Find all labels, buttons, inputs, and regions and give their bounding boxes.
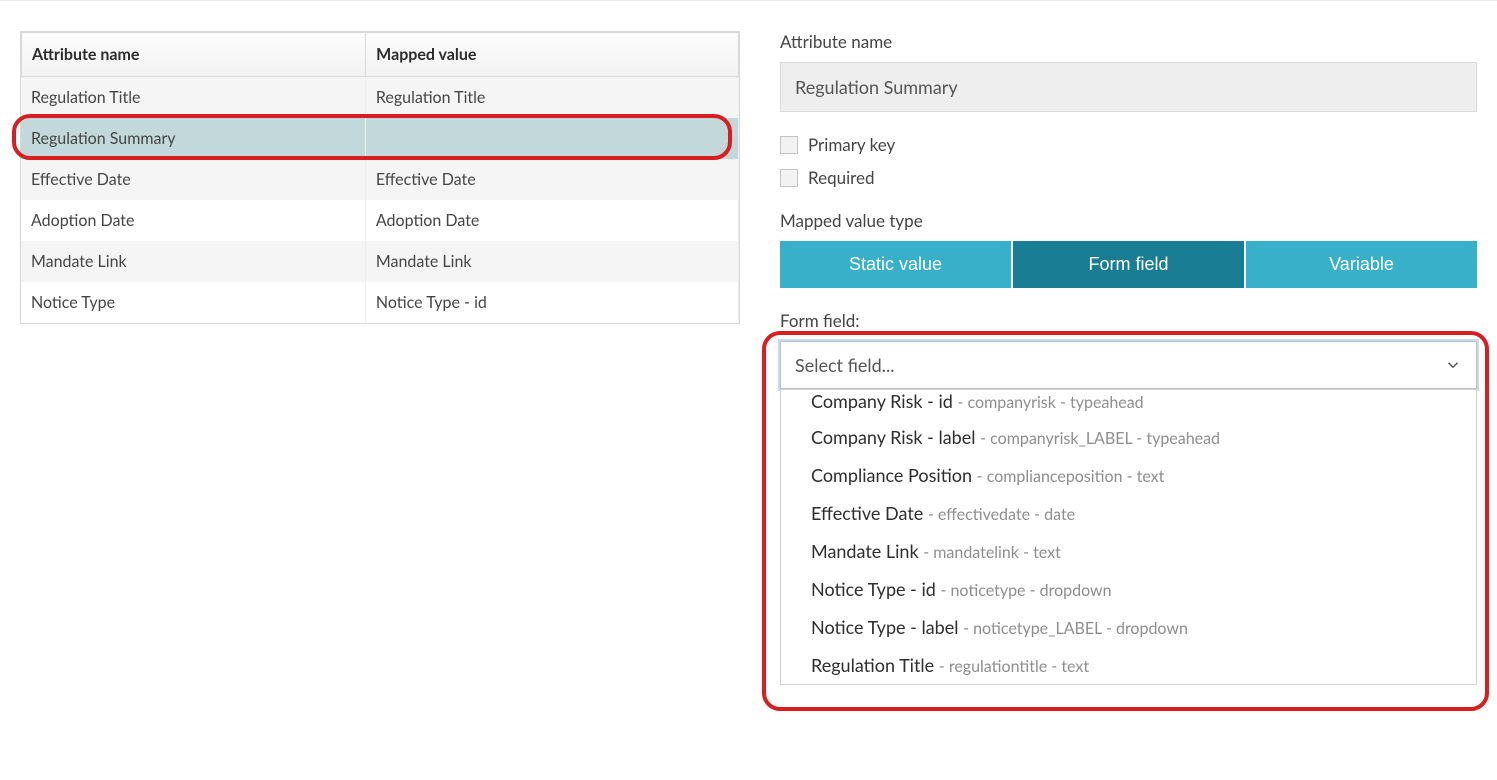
dropdown-option[interactable]: Company Risk - id - companyrisk - typeah… bbox=[781, 390, 1476, 418]
table-row[interactable]: Effective DateEffective Date bbox=[21, 159, 739, 200]
cell-mapped-value: Notice Type - id bbox=[365, 282, 738, 323]
dropdown-option-label: Company Risk - label bbox=[811, 426, 980, 448]
dropdown-option-meta: - mandatelink - text bbox=[923, 543, 1061, 562]
attribute-mapping-table: Attribute name Mapped value Regulation T… bbox=[20, 31, 740, 324]
dropdown-option-meta: - complianceposition - text bbox=[977, 467, 1165, 486]
cell-attribute-name: Regulation Summary bbox=[21, 118, 365, 159]
dropdown-option-meta: - effectivedate - date bbox=[928, 505, 1075, 524]
table-row[interactable]: Adoption DateAdoption Date bbox=[21, 200, 739, 241]
table-row[interactable]: Notice TypeNotice Type - id bbox=[21, 282, 739, 323]
dropdown-option[interactable]: Regulation Title - regulationtitle - tex… bbox=[781, 646, 1476, 684]
cell-attribute-name: Adoption Date bbox=[21, 200, 365, 241]
table-row[interactable]: Mandate LinkMandate Link bbox=[21, 241, 739, 282]
chevron-down-icon bbox=[1444, 356, 1462, 374]
dropdown-option-label: Compliance Position bbox=[811, 464, 977, 486]
cell-attribute-name: Mandate Link bbox=[21, 241, 365, 282]
form-field-dropdown: Company Risk - id - companyrisk - typeah… bbox=[780, 389, 1477, 685]
dropdown-option-label: Regulation Title bbox=[811, 654, 939, 676]
dropdown-option[interactable]: Compliance Position - complianceposition… bbox=[781, 456, 1476, 494]
cell-mapped-value: Mandate Link bbox=[365, 241, 738, 282]
value-type-form-field[interactable]: Form field bbox=[1013, 241, 1244, 288]
attribute-name-label: Attribute name bbox=[780, 31, 1477, 52]
table-row[interactable]: Regulation Summary bbox=[21, 118, 739, 159]
cell-mapped-value: Effective Date bbox=[365, 159, 738, 200]
cell-attribute-name: Notice Type bbox=[21, 282, 365, 323]
cell-mapped-value: Regulation Title bbox=[365, 77, 738, 118]
primary-key-label: Primary key bbox=[808, 134, 895, 155]
dropdown-option-meta: - noticetype_LABEL - dropdown bbox=[963, 619, 1188, 638]
attribute-name-value: Regulation Summary bbox=[780, 62, 1477, 112]
cell-attribute-name: Effective Date bbox=[21, 159, 365, 200]
dropdown-option-meta: - noticetype - dropdown bbox=[940, 581, 1111, 600]
value-type-static[interactable]: Static value bbox=[780, 241, 1011, 288]
dropdown-option[interactable]: Notice Type - id - noticetype - dropdown bbox=[781, 570, 1476, 608]
dropdown-option-label: Company Risk - id bbox=[811, 390, 957, 412]
dropdown-option[interactable]: Notice Type - label - noticetype_LABEL -… bbox=[781, 608, 1476, 646]
form-field-label: Form field: bbox=[780, 310, 1477, 331]
dropdown-option[interactable]: Company Risk - label - companyrisk_LABEL… bbox=[781, 418, 1476, 456]
cell-mapped-value bbox=[365, 118, 738, 159]
mapped-value-type-toggle: Static value Form field Variable bbox=[780, 241, 1477, 288]
table-row[interactable]: Regulation TitleRegulation Title bbox=[21, 77, 739, 118]
dropdown-option-meta: - companyrisk_LABEL - typeahead bbox=[980, 429, 1220, 448]
required-label: Required bbox=[808, 167, 875, 188]
dropdown-option-meta: - regulationtitle - text bbox=[939, 657, 1089, 676]
required-checkbox[interactable] bbox=[780, 169, 798, 187]
value-type-variable[interactable]: Variable bbox=[1246, 241, 1477, 288]
col-header-mapped-value: Mapped value bbox=[366, 33, 739, 77]
dropdown-option-label: Notice Type - label bbox=[811, 616, 963, 638]
dropdown-option-label: Effective Date bbox=[811, 502, 928, 524]
form-field-select[interactable]: Select field... bbox=[780, 341, 1477, 389]
dropdown-option[interactable]: Effective Date - effectivedate - date bbox=[781, 494, 1476, 532]
cell-attribute-name: Regulation Title bbox=[21, 77, 365, 118]
form-field-select-placeholder: Select field... bbox=[795, 354, 895, 376]
col-header-attribute-name: Attribute name bbox=[22, 33, 366, 77]
mapped-value-type-label: Mapped value type bbox=[780, 210, 1477, 231]
dropdown-option-meta: - companyrisk - typeahead bbox=[957, 393, 1143, 412]
dropdown-option[interactable]: Mandate Link - mandatelink - text bbox=[781, 532, 1476, 570]
cell-mapped-value: Adoption Date bbox=[365, 200, 738, 241]
primary-key-checkbox[interactable] bbox=[780, 136, 798, 154]
dropdown-option-label: Notice Type - id bbox=[811, 578, 940, 600]
dropdown-option-label: Mandate Link bbox=[811, 540, 923, 562]
